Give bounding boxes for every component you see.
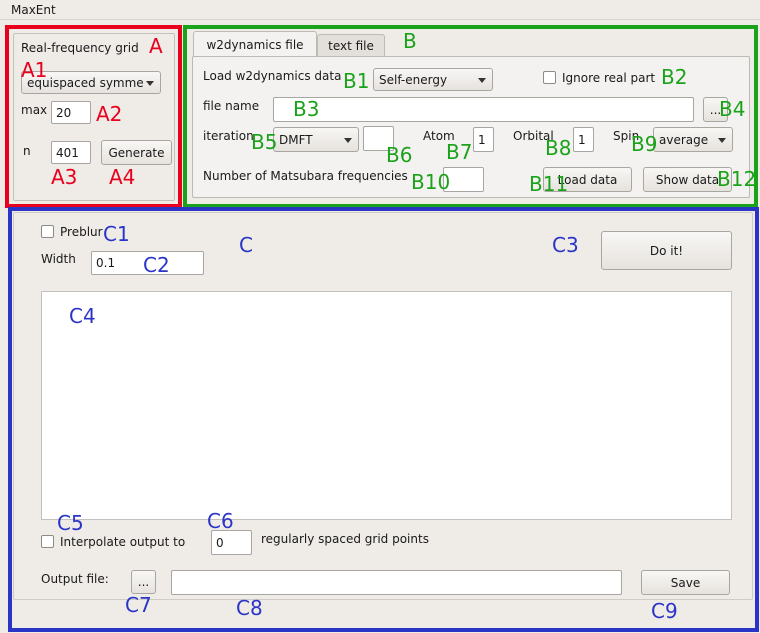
interpolate-points-input[interactable]: 0 — [211, 530, 252, 555]
width-label: Width — [41, 252, 76, 266]
annotation-c7: C7 — [125, 593, 152, 617]
annotation-c9: C9 — [651, 599, 678, 623]
n-label: n — [23, 144, 31, 158]
annotation-c: C — [239, 233, 253, 257]
annotation-c8: C8 — [236, 596, 263, 620]
iteration-label: iteration — [203, 129, 254, 143]
do-it-button[interactable]: Do it! — [601, 231, 732, 270]
annotation-b9: B9 — [631, 132, 658, 156]
tab-text-file-label: text file — [328, 39, 374, 53]
grid-points-label: regularly spaced grid points — [261, 532, 429, 546]
interpolate-label: Interpolate output to — [60, 535, 186, 549]
save-button[interactable]: Save — [641, 570, 730, 595]
data-type-value: Self-energy — [379, 72, 448, 87]
file-name-input[interactable] — [273, 97, 694, 122]
generate-button[interactable]: Generate — [101, 140, 172, 165]
annotation-b4: B4 — [719, 97, 746, 121]
annotation-c5: C5 — [57, 511, 84, 535]
preblur-checkbox[interactable] — [41, 225, 54, 238]
annotation-b10: B10 — [411, 170, 451, 194]
annotation-b6: B6 — [386, 143, 413, 167]
max-label: max — [21, 103, 48, 117]
load-w2dynamics-label: Load w2dynamics data — [203, 69, 342, 83]
annotation-b7: B7 — [446, 140, 473, 164]
title-bar: MaxEnt — [0, 0, 760, 20]
interpolate-checkbox[interactable] — [41, 535, 54, 548]
annotation-a: A — [149, 34, 163, 58]
output-file-input[interactable] — [171, 570, 622, 595]
output-plot-area — [41, 291, 732, 520]
chevron-down-icon — [718, 137, 726, 143]
annotation-c1: C1 — [103, 222, 130, 246]
spin-select[interactable]: average — [653, 127, 733, 152]
annotation-c2: C2 — [143, 253, 170, 277]
annotation-b1: B1 — [343, 69, 370, 93]
preblur-label: Preblur — [60, 225, 103, 239]
output-file-label: Output file: — [41, 572, 109, 586]
orbital-input[interactable]: 1 — [573, 127, 594, 152]
annotation-a2: A2 — [96, 102, 123, 126]
chevron-down-icon — [146, 80, 154, 86]
annotation-b12: B12 — [717, 167, 757, 191]
max-input[interactable]: 20 — [51, 101, 91, 124]
tab-text-file[interactable]: text file — [317, 34, 385, 57]
annotation-b3: B3 — [293, 97, 320, 121]
annotation-a1: A1 — [21, 58, 48, 82]
window-title: MaxEnt — [11, 3, 56, 17]
annotation-c6: C6 — [207, 509, 234, 533]
annotation-b2: B2 — [661, 65, 688, 89]
spin-value: average — [659, 132, 709, 147]
annotation-a4: A4 — [109, 165, 136, 189]
atom-input[interactable]: 1 — [473, 127, 494, 152]
data-type-select[interactable]: Self-energy — [373, 68, 493, 91]
tab-w2dynamics-label: w2dynamics file — [206, 37, 304, 52]
annotation-b: B — [403, 29, 417, 53]
annotation-c3: C3 — [552, 233, 579, 257]
n-input[interactable]: 401 — [51, 141, 91, 164]
matsubara-label: Number of Matsubara frequencies — [203, 169, 408, 183]
annotation-b5: B5 — [251, 130, 278, 154]
iteration-type-value: DMFT — [279, 132, 313, 147]
annotation-b8: B8 — [545, 136, 572, 160]
ignore-real-part-label: Ignore real part — [562, 71, 656, 85]
tab-w2dynamics-file[interactable]: w2dynamics file — [193, 31, 317, 57]
file-name-label: file name — [203, 99, 260, 113]
annotation-a3: A3 — [51, 165, 78, 189]
output-browse-button[interactable]: ... — [131, 570, 156, 594]
ignore-real-part-checkbox[interactable] — [543, 71, 556, 84]
annotation-b11: B11 — [529, 172, 569, 196]
chevron-down-icon — [478, 77, 486, 83]
grid-panel-title: Real-frequency grid — [21, 41, 139, 55]
iteration-type-select[interactable]: DMFT — [273, 127, 359, 152]
chevron-down-icon — [344, 137, 352, 143]
annotation-c4: C4 — [69, 304, 96, 328]
